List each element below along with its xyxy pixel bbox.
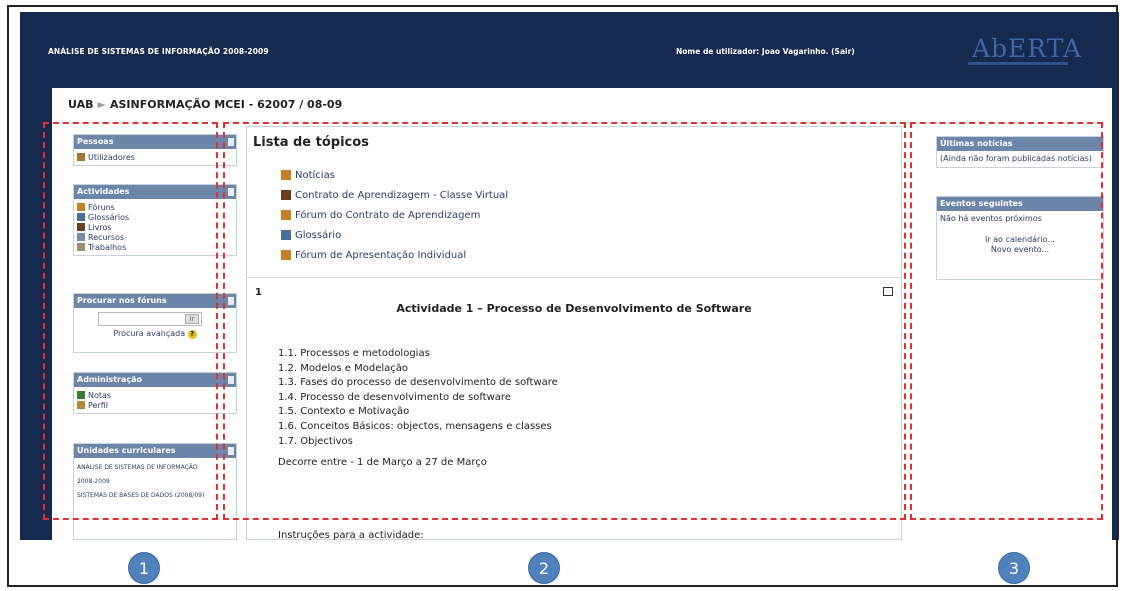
breadcrumb-current: ASINFORMAÇÃO MCEI - 62007 / 08-09 bbox=[109, 98, 343, 111]
annotation-zone-1 bbox=[43, 122, 218, 520]
course-title: ANÁLISE DE SISTEMAS DE INFORMAÇÃO 2008-2… bbox=[48, 47, 269, 56]
logo-underline bbox=[968, 62, 1068, 65]
callout-3: 3 bbox=[998, 552, 1030, 584]
annotation-zone-3 bbox=[910, 122, 1103, 520]
breadcrumb: UAB ► ASINFORMAÇÃO MCEI - 62007 / 08-09 bbox=[68, 98, 342, 111]
breadcrumb-root[interactable]: UAB bbox=[68, 98, 94, 111]
annotation-zone-2 bbox=[223, 122, 906, 520]
logo: AbERTA bbox=[972, 34, 1083, 63]
callout-2: 2 bbox=[528, 552, 560, 584]
callout-1: 1 bbox=[128, 552, 160, 584]
user-info-text[interactable]: Nome de utilizador: Joao Vagarinho. (Sai… bbox=[676, 47, 855, 56]
user-info[interactable]: Nome de utilizador: Joao Vagarinho. (Sai… bbox=[676, 47, 855, 56]
instructions-heading: Instruções para a actividade: bbox=[278, 530, 424, 541]
breadcrumb-separator: ► bbox=[97, 98, 106, 111]
